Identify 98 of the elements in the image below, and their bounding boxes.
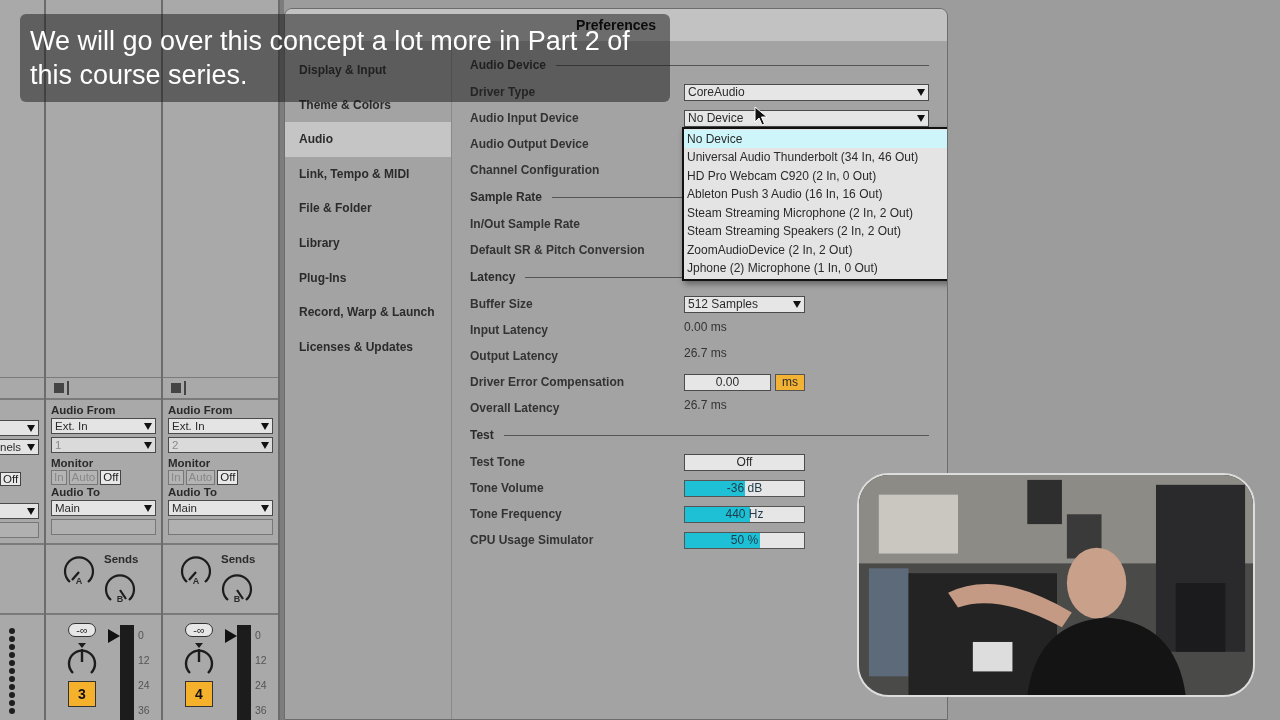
caret-icon [27, 424, 35, 432]
section-heading: Audio Device [470, 57, 547, 74]
output-dropdown[interactable]: Main [51, 500, 156, 516]
setting-label: Tone Volume [470, 480, 545, 497]
menu-option[interactable]: Ableton Push 3 Audio (16 In, 16 Out) [684, 185, 947, 204]
stop-button-icon[interactable] [54, 381, 69, 395]
menu-option[interactable]: Steam Streaming Microphone (2 In, 2 Out) [684, 203, 947, 222]
setting-label: CPU Usage Simulator [470, 532, 595, 549]
caret-icon [793, 300, 801, 308]
sidebar-item[interactable]: Theme & Colors [285, 87, 451, 123]
unit-button[interactable]: ms [775, 373, 805, 391]
scale-label: 36 [255, 703, 267, 718]
setting-value: 0.00 ms [684, 319, 727, 336]
setting-value: 26.7 ms [684, 345, 727, 362]
caret-icon [144, 422, 152, 430]
volume-field[interactable]: -∞ [185, 623, 213, 637]
section-label: Monitor [168, 456, 212, 470]
caret-icon [27, 443, 35, 451]
setting-label: Output Latency [470, 348, 559, 365]
sidebar-item[interactable]: Licenses & Updates [285, 329, 451, 365]
scale-label: 0 [255, 628, 262, 643]
volume-field[interactable]: -∞ [68, 623, 96, 637]
section-heading: Test [470, 427, 494, 444]
dropdown-field[interactable]: No Device [684, 109, 929, 127]
play-triangle-icon [225, 629, 237, 643]
track-number-button[interactable]: 3 [68, 681, 96, 707]
setting-label: Audio Output Device [470, 136, 590, 153]
scale-label: 0 [138, 628, 145, 643]
sidebar-item[interactable]: Library [285, 225, 451, 261]
section-label: Audio To [51, 485, 101, 499]
track-number-button[interactable]: 4 [185, 681, 213, 707]
sidebar-item[interactable]: Plug-Ins [285, 260, 451, 296]
menu-option[interactable]: Steam Streaming Speakers (2 In, 2 Out) [684, 222, 947, 241]
input-type-dropdown[interactable]: Ext. In [51, 418, 156, 434]
scale-label: 36 [138, 703, 150, 718]
slider-field[interactable]: 50 % [684, 531, 805, 549]
setting-label: Driver Type [470, 84, 537, 101]
send-knob[interactable]: B [103, 573, 137, 607]
sidebar-item[interactable]: Link, Tempo & MIDI [285, 156, 451, 192]
slider-field[interactable]: -36 dB [684, 479, 805, 497]
play-triangle-icon [108, 629, 120, 643]
setting-label: Driver Error Compensation [470, 374, 626, 391]
menu-option[interactable]: No Device [684, 129, 947, 148]
monitor-button[interactable]: Off [100, 470, 122, 485]
caret-icon [261, 441, 269, 449]
caret-icon [261, 422, 269, 430]
setting-label: Overall Latency [470, 400, 561, 417]
dropdown-field[interactable] [0, 420, 39, 436]
number-field[interactable]: 0.00 [684, 373, 771, 391]
menu-option[interactable]: Jphone (2) Microphone (1 In, 0 Out) [684, 259, 947, 278]
setting-label: Default SR & Pitch Conversion [470, 242, 646, 259]
scale-label: 12 [138, 653, 150, 668]
scale-label: 12 [255, 653, 267, 668]
dropdown-field[interactable]: 512 Samples [684, 295, 805, 313]
section-label: Audio From [168, 403, 234, 417]
pan-knob[interactable] [182, 641, 216, 677]
menu-option[interactable]: Universal Audio Thunderbolt (34 In, 46 Out) [684, 148, 947, 167]
sidebar-item[interactable]: Audio [285, 122, 451, 157]
caret-icon [27, 507, 35, 515]
setting-label: Audio Input Device [470, 110, 580, 127]
setting-label: In/Out Sample Rate [470, 216, 582, 233]
section-label: Audio To [168, 485, 218, 499]
output-dropdown[interactable]: Main [168, 500, 273, 516]
monitor-button[interactable]: Off [217, 470, 239, 485]
pan-knob[interactable] [65, 641, 99, 677]
stop-button-icon[interactable] [171, 381, 186, 395]
scale-label: 24 [255, 678, 267, 693]
caret-icon [261, 504, 269, 512]
setting-label: Buffer Size [470, 296, 534, 313]
caret-icon [144, 441, 152, 449]
dropdown-field[interactable]: nels [0, 439, 39, 455]
sidebar-item[interactable]: File & Folder [285, 191, 451, 226]
menu-option[interactable]: ZoomAudioDevice (2 In, 2 Out) [684, 240, 947, 259]
caret-icon [917, 88, 925, 96]
setting-value: 26.7 ms [684, 397, 727, 414]
section-label: Audio From [51, 403, 117, 417]
sends-label: Sends [104, 552, 139, 567]
section-heading: Latency [470, 269, 516, 286]
section-label: Monitor [51, 456, 95, 470]
sidebar-item[interactable]: Record, Warp & Launch [285, 295, 451, 330]
toggle-button[interactable]: Off [684, 453, 805, 471]
caret-icon [144, 504, 152, 512]
dropdown-field[interactable] [0, 503, 39, 520]
send-knob[interactable]: A [62, 555, 96, 589]
setting-label: Test Tone [470, 454, 526, 471]
monitor-button[interactable]: Off [0, 472, 22, 486]
sends-label: Sends [221, 552, 256, 567]
setting-label: Input Latency [470, 322, 549, 339]
setting-label: Channel Configuration [470, 162, 601, 179]
setting-label: Tone Frequency [470, 506, 563, 523]
send-knob[interactable]: A [179, 555, 213, 589]
menu-option[interactable]: HD Pro Webcam C920 (2 In, 0 Out) [684, 166, 947, 185]
input-type-dropdown[interactable]: Ext. In [168, 418, 273, 434]
scale-label: 24 [138, 678, 150, 693]
dropdown-field[interactable]: CoreAudio [684, 83, 929, 101]
section-heading: Sample Rate [470, 189, 543, 206]
send-knob[interactable]: B [220, 573, 254, 607]
dot-meter-icon [8, 627, 16, 717]
